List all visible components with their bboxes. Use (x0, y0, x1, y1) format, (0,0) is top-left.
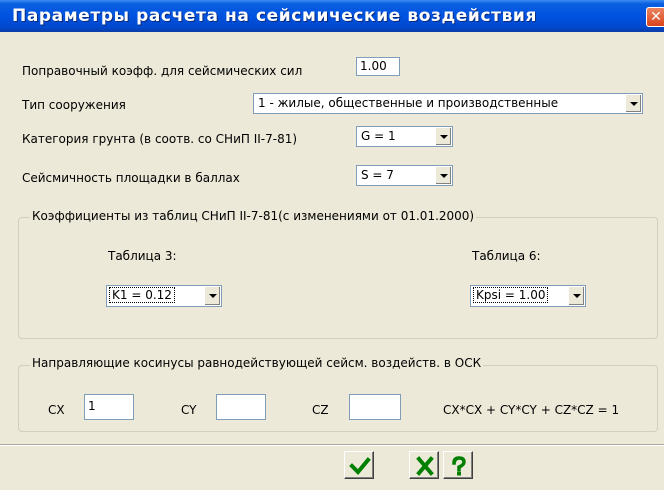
cz-label: CZ (312, 403, 329, 417)
footer-divider (0, 444, 664, 446)
structure-type-value: 1 - жилые, общественные и производственн… (258, 96, 559, 110)
soil-category-label: Категория грунта (в соотв. со СНиП II-7-… (22, 132, 298, 146)
close-icon: ✕ (650, 9, 662, 25)
cy-input[interactable] (216, 394, 266, 420)
window-title: Параметры расчета на сейсмические воздей… (12, 6, 537, 26)
correction-label: Поправочный коэфф. для сейсмических сил (22, 64, 303, 78)
table3-label: Таблица 3: (108, 249, 177, 263)
cosines-formula: CX*CX + CY*CY + CZ*CZ = 1 (443, 403, 620, 417)
table3-select[interactable]: K1 = 0.12 (106, 285, 222, 307)
title-bar[interactable]: Параметры расчета на сейсмические воздей… (0, 0, 664, 32)
cy-label: CY (181, 403, 197, 417)
close-button[interactable]: ✕ (646, 7, 664, 27)
help-button[interactable] (443, 451, 473, 479)
x-icon (416, 456, 434, 476)
cx-label: CX (48, 403, 65, 417)
chevron-down-icon[interactable] (568, 287, 584, 305)
soil-category-value: G = 1 (361, 129, 396, 143)
ok-button[interactable] (344, 451, 374, 479)
cosines-group-title: Направляющие косинусы равнодействующей с… (30, 356, 484, 370)
cancel-button[interactable] (409, 451, 439, 479)
seismicity-select[interactable]: S = 7 (356, 165, 453, 186)
soil-category-select[interactable]: G = 1 (356, 126, 453, 147)
table6-label: Таблица 6: (472, 249, 541, 263)
chevron-down-icon[interactable] (204, 287, 220, 305)
chevron-down-icon[interactable] (625, 95, 641, 112)
check-icon (349, 457, 371, 475)
chevron-down-icon[interactable] (435, 128, 451, 145)
coefficients-group-title: Коэффициенты из таблиц СНиП II-7-81(с из… (30, 209, 477, 223)
coefficients-group (18, 217, 658, 339)
cz-input[interactable] (349, 394, 401, 420)
question-icon (452, 456, 466, 476)
structure-type-label: Тип сооружения (22, 98, 126, 112)
structure-type-select[interactable]: 1 - жилые, общественные и производственн… (253, 93, 643, 114)
table3-value: K1 = 0.12 (109, 287, 175, 303)
chevron-down-icon[interactable] (435, 167, 451, 184)
cx-input[interactable]: 1 (84, 394, 134, 420)
seismicity-label: Сейсмичность площадки в баллах (22, 171, 240, 185)
table6-select[interactable]: Kpsi = 1.00 (470, 285, 586, 307)
correction-input[interactable]: 1.00 (356, 57, 400, 76)
seismicity-value: S = 7 (361, 168, 394, 182)
table6-value: Kpsi = 1.00 (472, 287, 549, 303)
